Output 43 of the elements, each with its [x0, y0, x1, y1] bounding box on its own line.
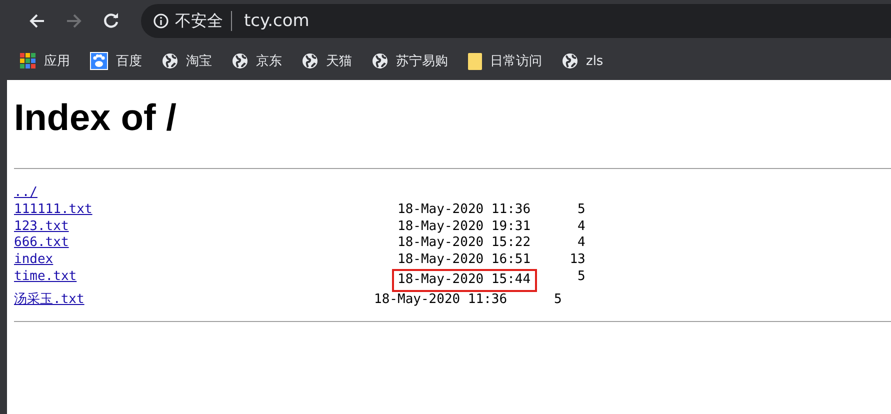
file-date: 18-May-2020 16:51 [398, 252, 531, 269]
highlighted-date: 18-May-2020 15:44 [392, 268, 537, 292]
paw-icon [90, 52, 108, 70]
security-label: 不安全 [175, 10, 223, 32]
file-link[interactable]: index [14, 252, 54, 268]
globe-icon [372, 53, 388, 69]
bookmark[interactable]: 天猫 [302, 52, 352, 70]
bookmark[interactable]: 淘宝 [162, 52, 212, 70]
file-link[interactable]: 汤采玉.txt [14, 292, 84, 307]
file-link[interactable]: 666.txt [14, 235, 69, 250]
forward-arrow-icon [64, 12, 82, 30]
page-title: Index of / [14, 96, 178, 140]
bookmark[interactable]: 百度 [90, 52, 142, 70]
file-size: 5 [576, 202, 586, 219]
file-date: 18-May-2020 19:31 [398, 218, 531, 236]
file-size: 4 [576, 235, 586, 252]
globe-icon [562, 53, 578, 69]
file-date: 18-May-2020 11:36 [398, 202, 531, 219]
address-bar[interactable]: 不安全 tcy.com [141, 4, 891, 38]
file-size: 13 [568, 252, 586, 269]
apps-grid-icon [20, 53, 36, 69]
globe-icon [232, 53, 248, 69]
file-link[interactable]: 111111.txt [14, 202, 92, 217]
bookmark[interactable]: 应用 [20, 52, 70, 70]
bookmark[interactable]: 京东 [232, 52, 282, 70]
file-link[interactable]: 123.txt [14, 218, 69, 234]
file-size: 4 [576, 218, 586, 236]
reload-icon [102, 12, 120, 30]
file-size: 5 [553, 292, 562, 309]
parent-link[interactable]: ../ [14, 185, 38, 202]
info-icon [153, 13, 169, 29]
file-date: 18-May-2020 11:36 [374, 292, 508, 309]
folder-icon [468, 52, 482, 70]
globe-icon [162, 53, 178, 69]
file-date: 18-May-2020 15:22 [398, 235, 531, 252]
url-text: tcy.com [244, 11, 310, 31]
bookmark[interactable]: zls [562, 53, 604, 69]
bookmark[interactable]: 日常访问 [468, 52, 542, 70]
file-size: 5 [576, 268, 586, 286]
back-arrow-icon [28, 12, 46, 30]
file-link[interactable]: time.txt [14, 268, 77, 284]
globe-icon [302, 53, 318, 69]
bookmark[interactable]: 苏宁易购 [372, 52, 448, 70]
